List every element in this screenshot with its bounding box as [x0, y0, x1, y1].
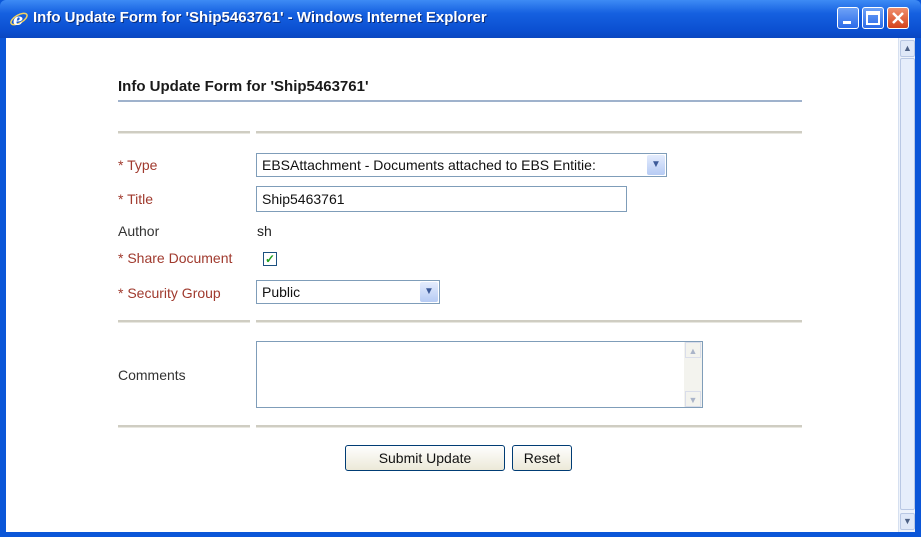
- page-content: Info Update Form for 'Ship5463761' * Typ…: [6, 38, 915, 532]
- divider-right: [256, 131, 802, 134]
- checkmark-icon: ✓: [264, 252, 276, 266]
- share-document-checkbox[interactable]: ✓: [263, 252, 277, 266]
- comments-label: Comments: [118, 367, 186, 383]
- scroll-down-icon[interactable]: ▼: [685, 391, 701, 407]
- divider-left: [118, 131, 250, 134]
- type-select-value: EBSAttachment - Documents attached to EB…: [262, 157, 596, 173]
- maximize-icon: [866, 11, 880, 25]
- heading-divider: [118, 100, 802, 102]
- scroll-down-icon[interactable]: ▼: [900, 513, 915, 530]
- chevron-down-icon[interactable]: ▼: [647, 155, 665, 175]
- textarea-scrollbar[interactable]: ▲ ▼: [684, 342, 702, 407]
- page-scrollbar[interactable]: ▲ ▼: [898, 38, 915, 532]
- divider-left: [118, 320, 250, 323]
- comments-textarea[interactable]: ▲ ▼: [256, 341, 703, 408]
- security-group-value: Public: [262, 284, 301, 300]
- svg-text:e: e: [13, 10, 23, 29]
- title-input[interactable]: [256, 186, 627, 212]
- chevron-down-icon[interactable]: ▼: [420, 282, 438, 302]
- scrollbar-thumb[interactable]: [900, 58, 915, 510]
- scroll-up-icon[interactable]: ▲: [685, 342, 701, 358]
- minimize-button[interactable]: [837, 7, 859, 29]
- reset-button[interactable]: Reset: [512, 445, 572, 471]
- title-bar: e Info Update Form for 'Ship5463761' - W…: [0, 0, 921, 38]
- browser-window: e Info Update Form for 'Ship5463761' - W…: [0, 0, 921, 537]
- share-document-label: * Share Document: [118, 250, 233, 266]
- author-label: Author: [118, 223, 160, 239]
- submit-update-button[interactable]: Submit Update: [345, 445, 505, 471]
- divider-right: [256, 320, 802, 323]
- title-label: * Title: [118, 191, 154, 207]
- author-value: sh: [257, 223, 272, 239]
- close-icon: [892, 12, 904, 24]
- maximize-button[interactable]: [862, 7, 884, 29]
- security-group-select[interactable]: Public ▼: [256, 280, 440, 304]
- security-group-label: * Security Group: [118, 285, 221, 301]
- divider-right: [256, 425, 802, 428]
- divider-left: [118, 425, 250, 428]
- form-heading: Info Update Form for 'Ship5463761': [118, 78, 369, 95]
- window-title: Info Update Form for 'Ship5463761' - Win…: [33, 9, 487, 26]
- type-label: * Type: [118, 157, 158, 173]
- minimize-icon: [843, 21, 851, 24]
- scroll-up-icon[interactable]: ▲: [900, 40, 915, 57]
- type-select[interactable]: EBSAttachment - Documents attached to EB…: [256, 153, 667, 177]
- close-button[interactable]: [887, 7, 909, 29]
- internet-explorer-icon: e: [10, 10, 28, 29]
